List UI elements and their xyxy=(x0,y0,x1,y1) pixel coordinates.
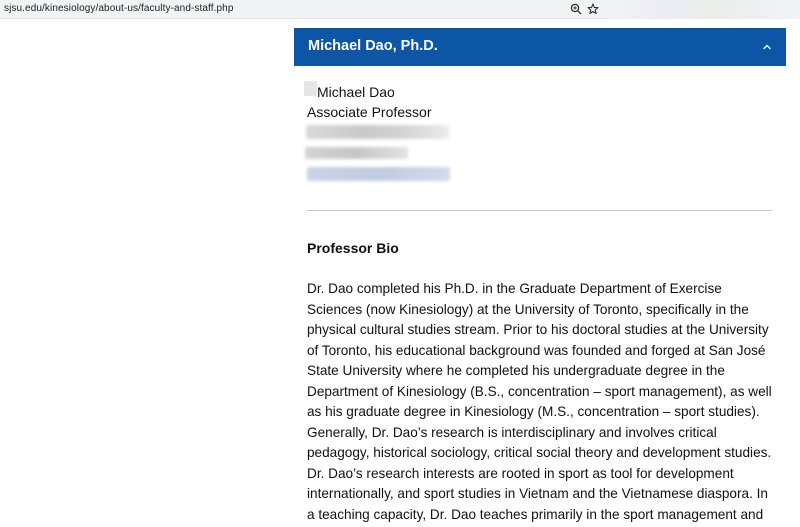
profile-title: Associate Professor xyxy=(307,104,432,120)
zoom-icon[interactable] xyxy=(568,1,584,17)
redacted-contact-line xyxy=(306,125,449,139)
profile-photo xyxy=(304,81,317,96)
section-divider xyxy=(307,210,772,211)
accordion-title: Michael Dao, Ph.D. xyxy=(308,38,438,54)
bio-text: Dr. Dao completed his Ph.D. in the Gradu… xyxy=(307,281,772,522)
faculty-accordion-header[interactable]: Michael Dao, Ph.D. xyxy=(294,28,786,66)
chevron-up-icon[interactable] xyxy=(760,40,774,54)
star-icon[interactable] xyxy=(585,1,601,17)
browser-address-bar: sjsu.edu/kinesiology/about-us/faculty-an… xyxy=(0,0,800,19)
profile-name: Michael Dao xyxy=(317,84,395,100)
redacted-email-link[interactable] xyxy=(307,167,450,181)
url-text[interactable]: sjsu.edu/kinesiology/about-us/faculty-an… xyxy=(4,3,234,14)
redacted-contact-line xyxy=(305,147,408,159)
bio-heading: Professor Bio xyxy=(307,240,399,256)
blurred-extensions-area xyxy=(612,0,800,19)
